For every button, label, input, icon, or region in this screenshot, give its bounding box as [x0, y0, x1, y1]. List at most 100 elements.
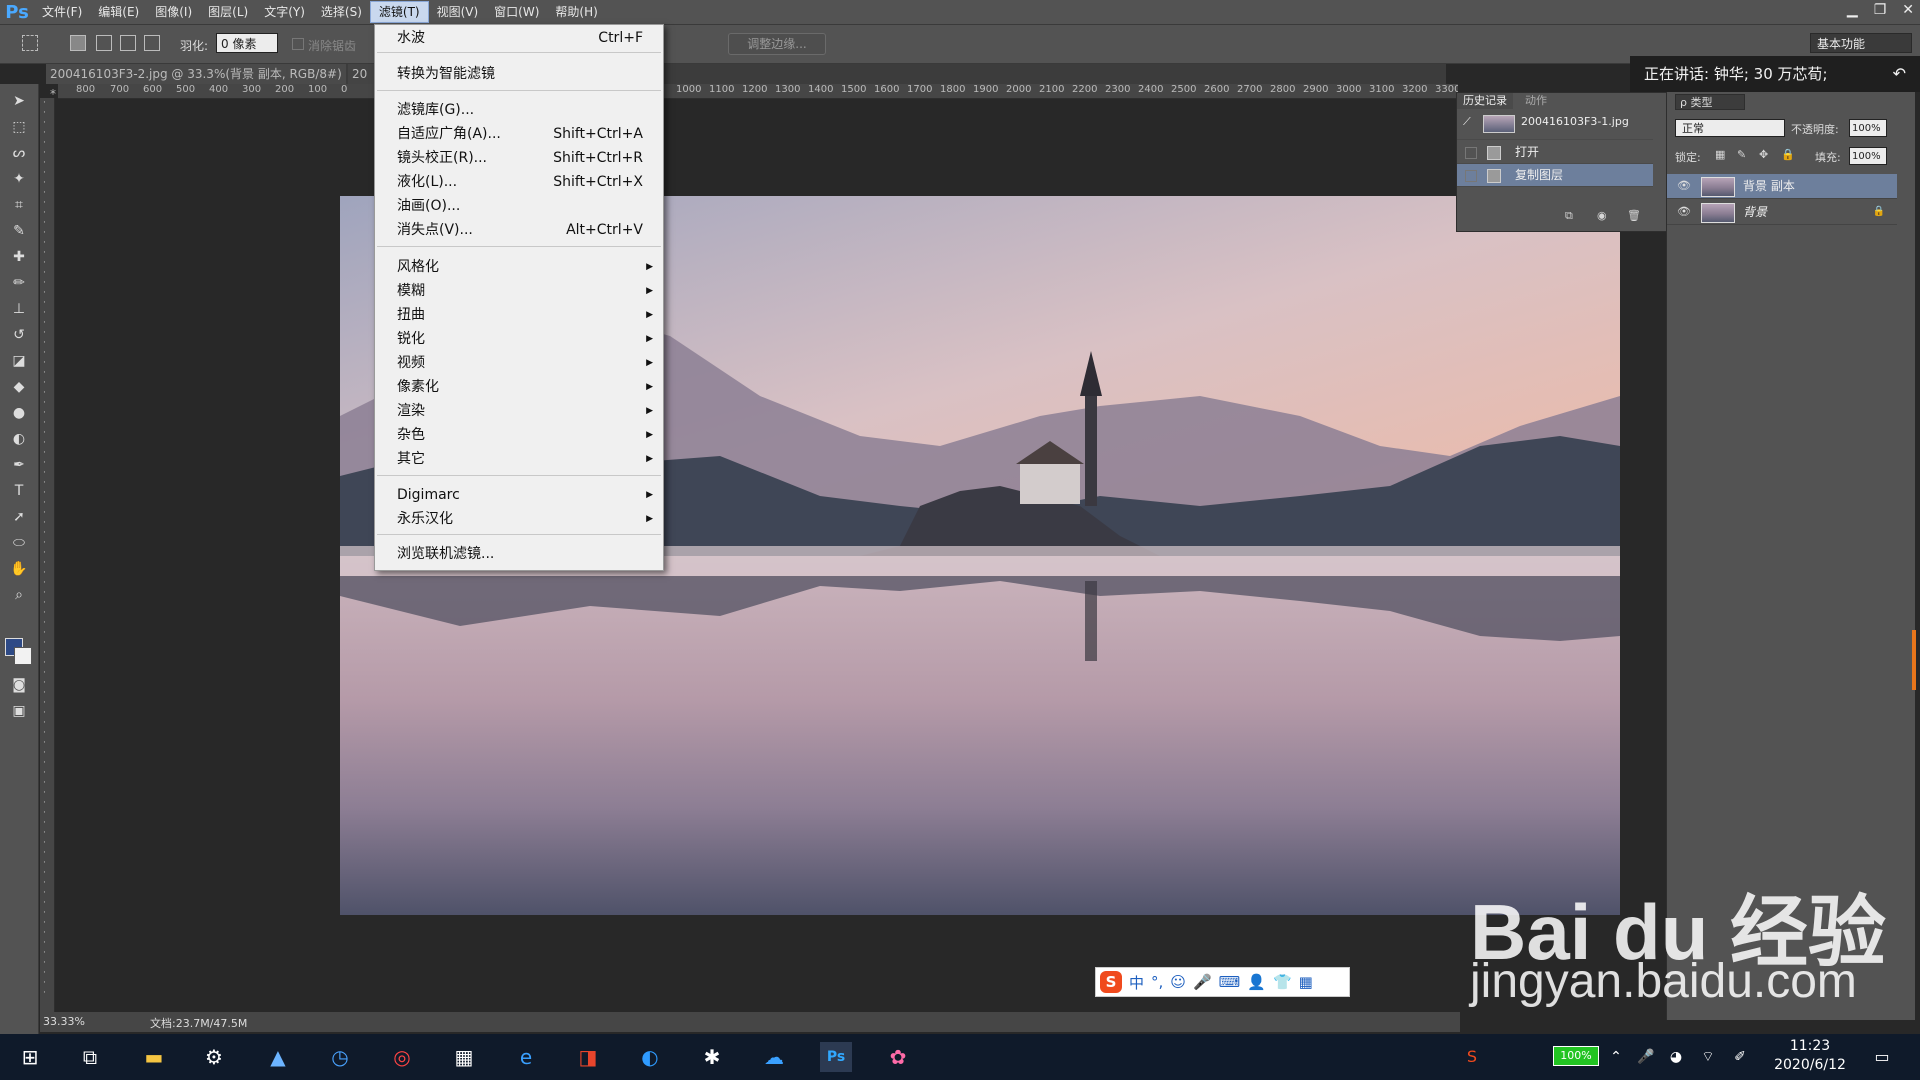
snapshot-camera-icon[interactable]: ◉: [1597, 209, 1607, 222]
menu-layer[interactable]: 图层(L): [200, 0, 256, 24]
notification-center-icon[interactable]: ▭: [1866, 1042, 1898, 1072]
menu-help[interactable]: 帮助(H): [547, 0, 605, 24]
q-browser-icon[interactable]: ◐: [634, 1042, 666, 1072]
blend-mode-select[interactable]: 正常: [1675, 119, 1785, 137]
file-explorer-icon[interactable]: ▬: [138, 1042, 170, 1072]
office-icon[interactable]: ◨: [572, 1042, 604, 1072]
path-select-icon[interactable]: ➚: [9, 508, 29, 526]
subtract-selection-icon[interactable]: [120, 35, 136, 51]
visibility-eye-icon[interactable]: 👁: [1677, 174, 1691, 198]
emoji-icon[interactable]: ☺: [1170, 973, 1186, 991]
filter-menu-item-oil-paint[interactable]: 油画(O)...: [375, 195, 663, 217]
clock-date[interactable]: 2020/6/12: [1766, 1057, 1854, 1073]
menu-edit[interactable]: 编辑(E): [90, 0, 147, 24]
zoom-tool-icon[interactable]: ⌕: [9, 586, 29, 604]
history-snapshot[interactable]: ⟋ 200416103F3-1.jpg: [1457, 111, 1653, 140]
zoom-level[interactable]: 33.33%: [43, 1015, 85, 1028]
lock-transparent-icon[interactable]: ▦: [1715, 148, 1725, 161]
marquee-tool-icon[interactable]: ⬚: [9, 118, 29, 136]
type-tool-icon[interactable]: T: [9, 482, 29, 500]
microsoft-store-icon[interactable]: ▦: [448, 1042, 480, 1072]
filter-menu-item-gallery[interactable]: 滤镜库(G)...: [375, 99, 663, 121]
history-source-checkbox[interactable]: [1465, 170, 1477, 182]
lock-all-icon[interactable]: 🔒: [1781, 148, 1795, 161]
filter-menu-item-browse-online[interactable]: 浏览联机滤镜...: [375, 543, 663, 565]
chinese-mode-toggle[interactable]: 中: [1129, 972, 1144, 993]
qq-tray-icon[interactable]: ◕: [1660, 1042, 1692, 1072]
windows-start-icon[interactable]: ⊞: [14, 1042, 46, 1072]
filter-menu-item-vanishing-point[interactable]: 消失点(V)... Alt+Ctrl+V: [375, 219, 663, 241]
healing-brush-icon[interactable]: ✚: [9, 248, 29, 266]
layer-row[interactable]: 👁 背景 🔒: [1667, 200, 1897, 225]
screen-mode-icon[interactable]: ▣: [9, 702, 29, 720]
user-icon[interactable]: 👤: [1247, 973, 1266, 991]
add-selection-icon[interactable]: [96, 35, 112, 51]
filter-menu-item-yongle[interactable]: 永乐汉化 ▶: [375, 508, 663, 530]
opacity-input[interactable]: 100%: [1849, 119, 1887, 137]
paint-bucket-icon[interactable]: ◆: [9, 378, 29, 396]
menu-type[interactable]: 文字(Y): [256, 0, 313, 24]
app-circle-icon[interactable]: ✱: [696, 1042, 728, 1072]
pen-tray-icon[interactable]: ✐: [1724, 1042, 1756, 1072]
fill-input[interactable]: 100%: [1849, 147, 1887, 165]
blur-tool-icon[interactable]: ●: [9, 404, 29, 422]
menu-file[interactable]: 文件(F): [34, 0, 90, 24]
brush-tool-icon[interactable]: ✏: [9, 274, 29, 292]
punctuation-toggle[interactable]: °,: [1151, 973, 1163, 991]
workspace-select[interactable]: 基本功能: [1810, 33, 1912, 53]
eraser-icon[interactable]: ◪: [9, 352, 29, 370]
history-step[interactable]: 打开: [1457, 141, 1653, 164]
magic-wand-icon[interactable]: ✦: [9, 170, 29, 188]
cloud-app-icon[interactable]: ☁: [758, 1042, 790, 1072]
tray-expand-icon[interactable]: ⌃: [1600, 1042, 1632, 1072]
battery-indicator[interactable]: 100%: [1553, 1046, 1599, 1066]
panel-scroll-indicator[interactable]: [1912, 630, 1916, 690]
undo-arrow-icon[interactable]: ↶: [1893, 56, 1906, 92]
filter-menu-item-liquify[interactable]: 液化(L)... Shift+Ctrl+X: [375, 171, 663, 193]
new-document-from-state-icon[interactable]: ⧉: [1565, 209, 1573, 223]
history-step[interactable]: 复制图层: [1457, 164, 1653, 187]
layers-filter-select[interactable]: ρ 类型: [1675, 94, 1745, 110]
quick-mask-icon[interactable]: ◙: [9, 676, 29, 694]
clone-stamp-icon[interactable]: ⊥: [9, 300, 29, 318]
filter-menu-item-sharpen[interactable]: 锐化 ▶: [375, 328, 663, 350]
clock-app-icon[interactable]: ◷: [324, 1042, 356, 1072]
document-tab[interactable]: 200416103F3-2.jpg @ 33.3%(背景 副本, RGB/8#)…: [46, 64, 346, 101]
skin-shirt-icon[interactable]: 👕: [1273, 973, 1292, 991]
toolbox-grid-icon[interactable]: ▦: [1299, 973, 1313, 991]
filter-menu-item-digimarc[interactable]: Digimarc ▶: [375, 484, 663, 506]
filter-menu-item-ripple[interactable]: 水波 Ctrl+F: [375, 27, 663, 49]
hand-tool-icon[interactable]: ✋: [9, 560, 29, 578]
filter-menu-item-pixelate[interactable]: 像素化 ▶: [375, 376, 663, 398]
menu-filter[interactable]: 滤镜(T): [369, 1, 429, 23]
filter-menu-item-stylize[interactable]: 风格化 ▶: [375, 256, 663, 278]
menu-select[interactable]: 选择(S): [313, 0, 370, 24]
chrome-icon[interactable]: ◎: [386, 1042, 418, 1072]
filter-menu-item-noise[interactable]: 杂色 ▶: [375, 424, 663, 446]
history-brush-source-icon[interactable]: ⟋: [1463, 111, 1471, 133]
microphone-tray-icon[interactable]: 🎤: [1630, 1042, 1662, 1072]
move-tool-icon[interactable]: ➤: [9, 92, 29, 110]
tab-history[interactable]: 历史记录: [1457, 93, 1513, 109]
background-color-swatch[interactable]: [14, 647, 32, 665]
refine-edge-button[interactable]: 调整边缘...: [728, 33, 826, 55]
sogou-tray-icon[interactable]: S: [1456, 1042, 1488, 1072]
lock-position-icon[interactable]: ✥: [1759, 148, 1768, 161]
photoshop-taskbar-icon[interactable]: Ps: [820, 1042, 852, 1072]
task-view-icon[interactable]: ⧉: [74, 1042, 106, 1072]
settings-gear-icon[interactable]: ⚙: [198, 1042, 230, 1072]
menu-image[interactable]: 图像(I): [147, 0, 200, 24]
wifi-icon[interactable]: ⌔: [1692, 1042, 1724, 1072]
intersect-selection-icon[interactable]: [144, 35, 160, 51]
photos-app-icon[interactable]: ▲: [262, 1042, 294, 1072]
microphone-icon[interactable]: 🎤: [1193, 973, 1212, 991]
history-source-checkbox[interactable]: [1465, 147, 1477, 159]
filter-menu-item-lens-correction[interactable]: 镜头校正(R)... Shift+Ctrl+R: [375, 147, 663, 169]
layer-row[interactable]: 👁 背景 副本: [1667, 174, 1897, 199]
antialias-checkbox[interactable]: [292, 38, 304, 50]
pen-tool-icon[interactable]: ✒: [9, 456, 29, 474]
marquee-tool-icon[interactable]: [22, 35, 38, 51]
menu-view[interactable]: 视图(V): [429, 0, 487, 24]
feather-input[interactable]: 0 像素: [216, 33, 278, 53]
filter-menu-item-adaptive-wide-angle[interactable]: 自适应广角(A)... Shift+Ctrl+A: [375, 123, 663, 145]
